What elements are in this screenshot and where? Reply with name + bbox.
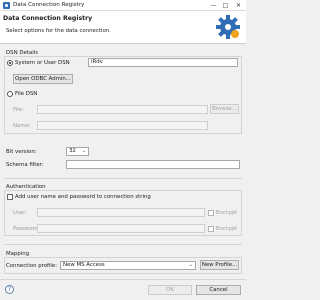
divider <box>0 279 246 280</box>
minimize-button[interactable]: — <box>208 0 219 11</box>
cancel-button[interactable]: Cancel <box>196 285 241 295</box>
system-user-dsn-label: System or User DSN <box>15 60 70 66</box>
connection-profile-value: New MS Access <box>63 262 105 268</box>
chevron-down-icon: ⌄ <box>81 148 86 154</box>
connection-profile-select[interactable]: New MS Access ⌄ <box>60 261 196 270</box>
add-user-label: Add user name and password to connection… <box>15 194 151 200</box>
file-path-field[interactable] <box>37 105 208 114</box>
bit-version-value: 32 <box>69 148 76 154</box>
gear-icon <box>216 15 240 39</box>
title-bar: Data Connection Registry — □ ✕ <box>0 0 246 11</box>
encrypt-password-checkbox[interactable] <box>208 226 214 232</box>
password-field[interactable] <box>37 224 205 233</box>
app-icon <box>3 2 10 9</box>
close-button[interactable]: ✕ <box>233 0 244 11</box>
file-label: File: <box>13 107 24 113</box>
dsn-name-field[interactable]: iRdv <box>88 58 238 67</box>
help-icon[interactable]: ? <box>5 285 14 294</box>
file-dsn-label: File DSN <box>15 91 38 97</box>
open-odbc-admin-button[interactable]: Open ODBC Admin... <box>13 74 73 84</box>
file-dsn-radio[interactable] <box>7 91 13 97</box>
dialog-header: Data Connection Registry Select options … <box>0 11 246 44</box>
new-profile-button[interactable]: New Profile... <box>200 260 239 270</box>
name-label: Name: <box>13 123 31 129</box>
chevron-down-icon: ⌄ <box>188 262 193 268</box>
encrypt-user-label: Encrypt <box>216 210 237 216</box>
schema-filter-field[interactable] <box>66 160 240 169</box>
maximize-button[interactable]: □ <box>220 0 231 11</box>
user-field[interactable] <box>37 208 205 217</box>
bit-version-select[interactable]: 32 ⌄ <box>66 147 89 156</box>
file-dsn-name-field[interactable] <box>37 121 208 130</box>
window-title: Data Connection Registry <box>13 2 85 8</box>
divider <box>4 178 242 179</box>
bit-version-label: Bit version: <box>6 149 37 155</box>
add-user-checkbox[interactable] <box>7 194 13 200</box>
connection-profile-label: Connection profile: <box>6 263 58 269</box>
system-user-dsn-radio[interactable] <box>7 60 13 66</box>
browse-button[interactable]: Browse... <box>210 104 239 114</box>
header-description: Select options for the data connection. <box>6 28 111 34</box>
user-label: User: <box>13 210 28 216</box>
encrypt-password-label: Encrypt <box>216 226 237 232</box>
encrypt-user-checkbox[interactable] <box>208 210 214 216</box>
ok-button[interactable]: OK <box>148 285 192 295</box>
schema-filter-label: Schema filter: <box>6 162 44 168</box>
divider <box>4 244 242 245</box>
password-label: Password: <box>13 226 40 232</box>
header-title: Data Connection Registry <box>3 15 93 22</box>
